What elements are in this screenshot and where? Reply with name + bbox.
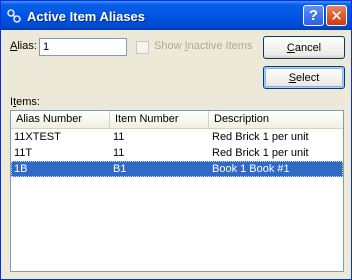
list-header: Alias Number Item Number Description xyxy=(11,111,343,129)
show-inactive-checkbox[interactable] xyxy=(136,41,149,54)
help-icon: ? xyxy=(308,7,319,24)
table-row-selected[interactable]: 1B B1 Book 1 Book #1 xyxy=(11,161,343,177)
close-button[interactable]: ✕ xyxy=(326,5,347,26)
dialog-body: Alias: 1 Show Inactive Items Cancel Sele… xyxy=(1,30,351,279)
select-button[interactable]: Select xyxy=(263,66,345,89)
cell-description: Book 1 Book #1 xyxy=(212,163,290,175)
title-bar[interactable]: Active Item Aliases ? ✕ xyxy=(1,1,351,30)
cell-alias-number: 11XTEST xyxy=(14,131,61,143)
alias-input[interactable]: 1 xyxy=(39,38,127,56)
dialog-window: Active Item Aliases ? ✕ Alias: 1 Show In… xyxy=(0,0,352,280)
cell-alias-number: 11T xyxy=(14,147,33,159)
cancel-button-label: Cancel xyxy=(286,41,322,54)
show-inactive-label: Show Inactive Items xyxy=(154,40,253,52)
column-header-item-number[interactable]: Item Number xyxy=(110,111,209,128)
cell-item-number: B1 xyxy=(113,163,127,175)
column-header-alias-number[interactable]: Alias Number xyxy=(11,111,110,128)
cell-alias-number: 1B xyxy=(14,163,28,175)
table-row[interactable]: 11T 11 Red Brick 1 per unit xyxy=(11,145,343,161)
cell-description: Red Brick 1 per unit xyxy=(212,131,309,143)
cell-item-number: 11 xyxy=(113,147,125,159)
table-row[interactable]: 11XTEST 11 Red Brick 1 per unit xyxy=(11,129,343,145)
cell-item-number: 11 xyxy=(113,131,125,143)
cell-description: Red Brick 1 per unit xyxy=(212,147,309,159)
help-button[interactable]: ? xyxy=(303,5,324,26)
select-button-label: Select xyxy=(288,71,320,84)
alias-label: Alias: xyxy=(10,40,37,52)
cancel-button[interactable]: Cancel xyxy=(263,36,345,59)
column-header-description[interactable]: Description xyxy=(209,111,343,128)
aliases-app-icon xyxy=(7,9,21,23)
close-icon: ✕ xyxy=(330,7,343,25)
window-title: Active Item Aliases xyxy=(27,9,146,24)
items-list[interactable]: Alias Number Item Number Description 11X… xyxy=(10,110,344,272)
items-label: Items: xyxy=(10,96,40,108)
